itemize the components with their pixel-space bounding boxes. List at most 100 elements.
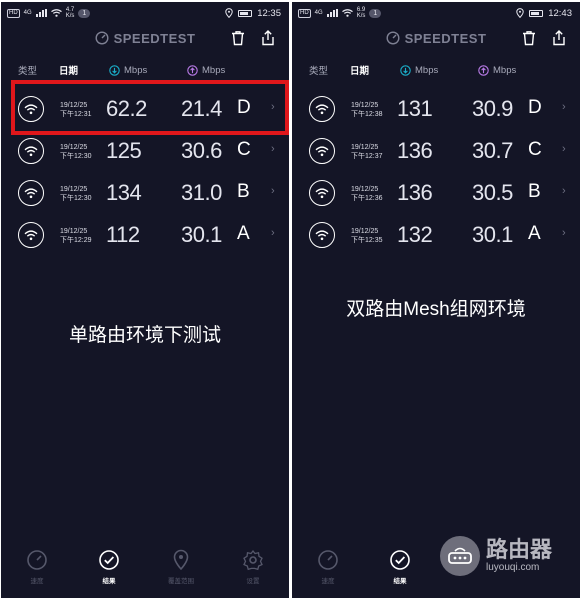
results-header: 类型 日期 Mbps Mbps bbox=[292, 52, 580, 88]
column-date[interactable]: 日期 bbox=[59, 63, 78, 77]
nav-results[interactable]: 结果 bbox=[79, 548, 139, 585]
result-row[interactable]: 19/12/25 下午12:30 134 31.0 B › bbox=[1, 172, 289, 214]
result-datetime: 19/12/25 下午12:30 bbox=[60, 144, 92, 160]
network-speed: 4.7 K/s bbox=[65, 7, 75, 19]
chevron-right-icon: › bbox=[271, 143, 275, 155]
result-download: 136 bbox=[397, 180, 433, 205]
brand-name: SPEEDTEST bbox=[113, 30, 196, 46]
caption-mesh-router: 双路由Mesh组网环境 bbox=[346, 299, 526, 320]
check-circle-icon bbox=[390, 550, 410, 570]
trash-icon[interactable] bbox=[520, 29, 538, 47]
chevron-right-icon: › bbox=[562, 143, 566, 155]
result-row[interactable]: 19/12/25 下午12:30 125 30.6 C › bbox=[1, 130, 289, 172]
nav-settings[interactable]: 设置 bbox=[223, 548, 283, 585]
wifi-connection-icon bbox=[18, 138, 44, 164]
result-datetime: 19/12/25 下午12:30 bbox=[60, 186, 92, 202]
luyouqi-watermark: 路由器 luyouqi.com bbox=[440, 536, 552, 576]
column-type[interactable]: 类型 bbox=[18, 63, 37, 77]
notification-count-badge: 1 bbox=[78, 8, 91, 18]
gear-icon bbox=[243, 549, 263, 571]
wifi-connection-icon bbox=[309, 138, 335, 164]
share-icon[interactable] bbox=[259, 29, 277, 47]
nav-speed[interactable]: 速度 bbox=[298, 548, 358, 585]
app-bar: SPEEDTEST bbox=[292, 24, 580, 52]
hd-badge: HD bbox=[7, 8, 20, 18]
result-server: B bbox=[528, 181, 541, 202]
notification-count-badge: 1 bbox=[369, 8, 382, 18]
network-type: 4G bbox=[314, 10, 323, 16]
caption-single-router: 单路由环境下测试 bbox=[68, 325, 221, 346]
results-list: 19/12/25 下午12:38 131 30.9 D › 19/12/25 下午1… bbox=[292, 88, 580, 256]
column-download[interactable]: Mbps bbox=[400, 65, 438, 76]
result-upload: 30.5 bbox=[472, 180, 513, 205]
result-datetime: 19/12/25 下午12:29 bbox=[60, 228, 92, 244]
chevron-right-icon: › bbox=[562, 185, 566, 197]
result-row[interactable]: 19/12/25 下午12:37 136 30.7 C › bbox=[292, 130, 580, 172]
nav-label: 结果 bbox=[102, 578, 116, 585]
result-upload: 30.1 bbox=[472, 222, 513, 247]
result-server: A bbox=[237, 223, 250, 244]
status-time: 12:35 bbox=[257, 7, 281, 19]
watermark-site: luyouqi.com bbox=[486, 562, 540, 573]
result-datetime: 19/12/25 下午12:38 bbox=[351, 102, 383, 118]
result-download: 136 bbox=[397, 138, 433, 163]
highlight-box bbox=[11, 80, 289, 135]
speedometer-logo-icon bbox=[95, 31, 109, 45]
result-datetime: 19/12/25 下午12:37 bbox=[351, 144, 383, 160]
location-icon bbox=[225, 8, 233, 18]
download-arrow-icon bbox=[109, 64, 120, 76]
nav-label: 设置 bbox=[246, 578, 260, 585]
share-icon[interactable] bbox=[550, 29, 568, 47]
result-upload: 31.0 bbox=[181, 180, 222, 205]
result-row[interactable]: 19/12/25 下午12:29 112 30.1 A › bbox=[1, 214, 289, 256]
wifi-connection-icon bbox=[309, 96, 335, 122]
nav-label: 速度 bbox=[30, 578, 44, 585]
result-row[interactable]: 19/12/25 下午12:35 132 30.1 A › bbox=[292, 214, 580, 256]
speedometer-icon bbox=[318, 550, 338, 570]
result-row[interactable]: 19/12/25 下午12:36 136 30.5 B › bbox=[292, 172, 580, 214]
result-upload: 30.1 bbox=[181, 222, 222, 247]
chevron-right-icon: › bbox=[562, 101, 566, 113]
battery-icon bbox=[529, 9, 544, 17]
column-upload[interactable]: Mbps bbox=[478, 65, 516, 76]
column-date[interactable]: 日期 bbox=[350, 63, 369, 77]
upload-arrow-icon bbox=[187, 64, 198, 76]
wifi-status-icon bbox=[50, 9, 62, 17]
battery-icon bbox=[238, 9, 253, 17]
hd-badge: HD bbox=[298, 8, 311, 18]
phone-screen-mesh-router: HD 4G 6.9 K/s 1 12:43 SPEEDTEST 类型 日期 Mbp… bbox=[292, 2, 580, 598]
chevron-right-icon: › bbox=[271, 185, 275, 197]
download-arrow-icon bbox=[400, 64, 411, 76]
upload-arrow-icon bbox=[478, 64, 489, 76]
result-server: B bbox=[237, 181, 250, 202]
network-type: 4G bbox=[23, 10, 32, 16]
result-row[interactable]: 19/12/25 下午12:38 131 30.9 D › bbox=[292, 88, 580, 130]
signal-icon bbox=[35, 9, 47, 17]
result-server: A bbox=[528, 223, 541, 244]
signal-icon bbox=[326, 9, 338, 17]
bottom-nav: 速度 结果 覆盖范围 设置 bbox=[1, 548, 289, 598]
wifi-status-icon bbox=[341, 9, 353, 17]
result-download: 112 bbox=[106, 222, 140, 247]
column-upload[interactable]: Mbps bbox=[187, 65, 225, 76]
column-download[interactable]: Mbps bbox=[109, 65, 147, 76]
result-download: 132 bbox=[397, 222, 433, 247]
chevron-right-icon: › bbox=[562, 227, 566, 239]
speedometer-icon bbox=[27, 550, 47, 570]
result-download: 134 bbox=[106, 180, 142, 205]
result-server: D bbox=[528, 97, 542, 118]
nav-coverage[interactable]: 覆盖范围 bbox=[151, 548, 211, 585]
wifi-connection-icon bbox=[18, 222, 44, 248]
app-bar: SPEEDTEST bbox=[1, 24, 289, 52]
location-icon bbox=[516, 8, 524, 18]
phone-screen-single-router: HD 4G 4.7 K/s 1 12:35 SPEEDTEST 类型 日期 Mbp… bbox=[1, 2, 289, 598]
column-type[interactable]: 类型 bbox=[309, 63, 328, 77]
nav-label: 速度 bbox=[321, 578, 335, 585]
nav-speed[interactable]: 速度 bbox=[7, 548, 67, 585]
nav-label: 结果 bbox=[393, 578, 407, 585]
result-server: C bbox=[528, 139, 542, 160]
trash-icon[interactable] bbox=[229, 29, 247, 47]
result-upload: 30.6 bbox=[181, 138, 222, 163]
nav-results[interactable]: 结果 bbox=[370, 548, 430, 585]
nav-label: 覆盖范围 bbox=[168, 578, 194, 585]
